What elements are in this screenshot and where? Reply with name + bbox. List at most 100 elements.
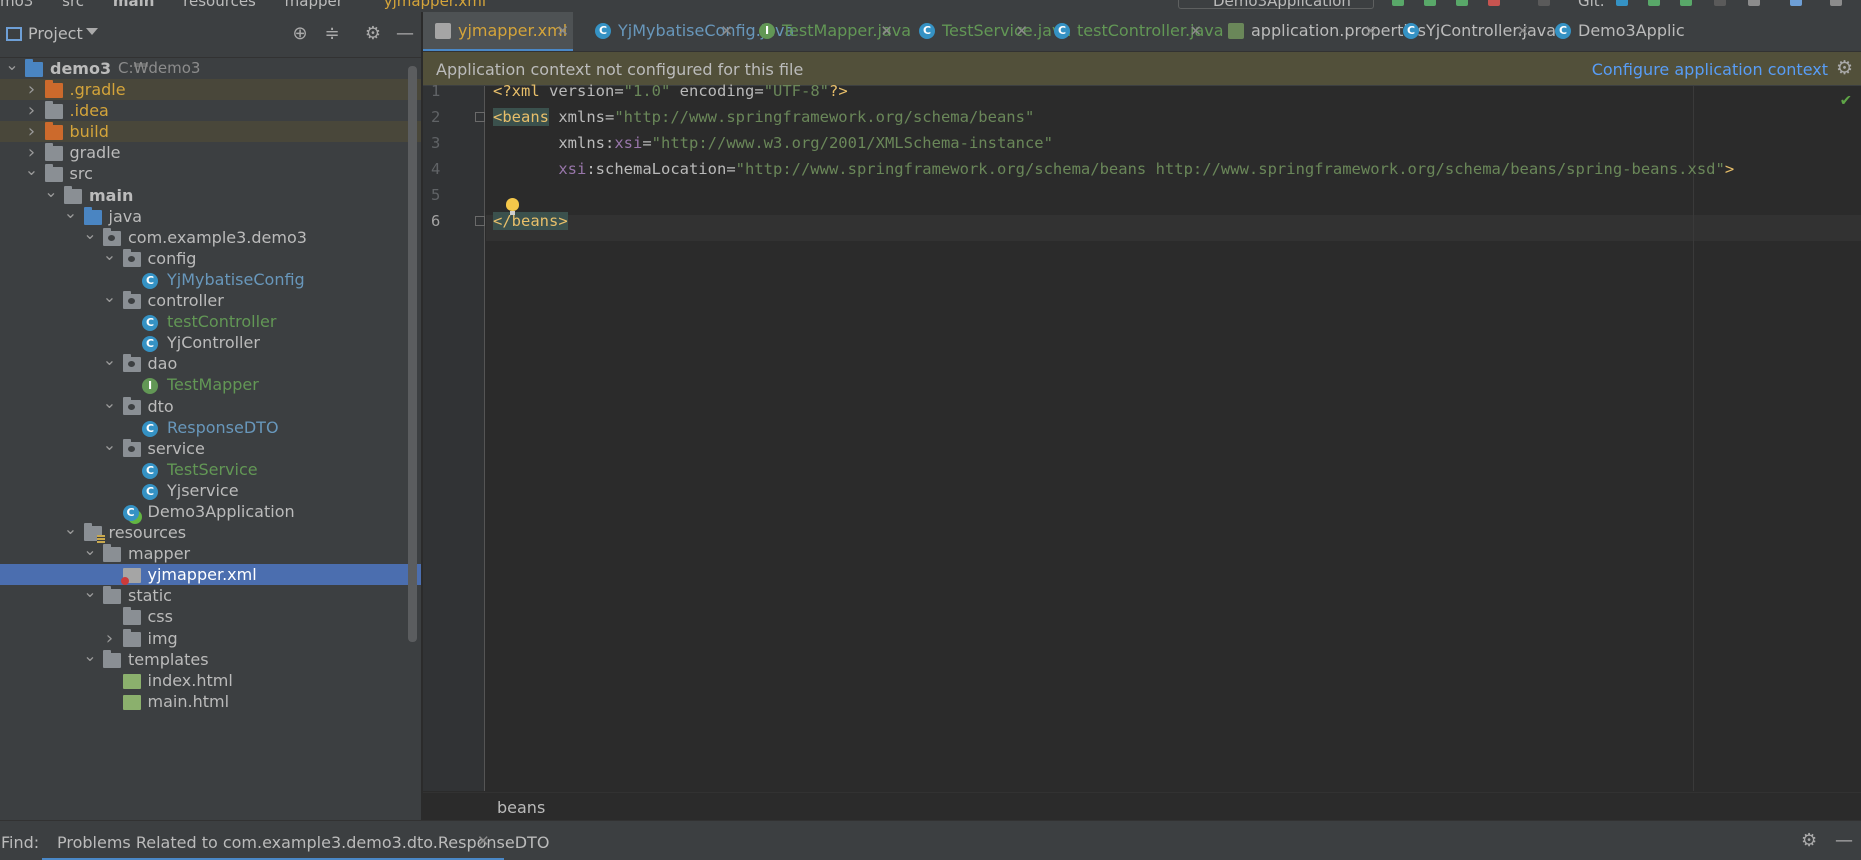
tree-node[interactable]: ⌄ service	[0, 435, 421, 459]
tree-node[interactable]: › .gradle	[0, 79, 421, 101]
chevron-down-icon[interactable]: ⌄	[103, 392, 117, 413]
tree-node[interactable]: C ResponseDTO	[0, 417, 421, 438]
line-number[interactable]: 6	[431, 208, 461, 234]
chevron-down-icon[interactable]: ⌄	[103, 349, 117, 370]
tree-node[interactable]: ⌄ dao	[0, 350, 421, 374]
editor-tab[interactable]: C TestService.java ✕	[907, 12, 1071, 51]
chevron-right-icon[interactable]: ›	[25, 100, 39, 121]
close-icon[interactable]: ✕	[720, 12, 733, 50]
close-icon[interactable]: ✕	[556, 12, 569, 50]
code-line[interactable]: <?xml version="1.0" encoding="UTF-8"?>	[493, 78, 848, 104]
search-everywhere-icon[interactable]	[1830, 0, 1842, 6]
fold-marker-icon[interactable]	[475, 112, 485, 122]
chevron-down-icon[interactable]: ⌄	[25, 159, 39, 180]
chevron-right-icon[interactable]: ›	[25, 79, 39, 100]
stop-icon[interactable]	[1538, 0, 1550, 6]
git-push-icon[interactable]	[1680, 0, 1692, 6]
tree-node[interactable]: ⌄ dto	[0, 393, 421, 417]
tree-node[interactable]: ⌄ com.example3.demo3	[0, 224, 421, 248]
code-editor[interactable]: 123456 <?xml version="1.0" encoding="UTF…	[423, 82, 1861, 791]
breadcrumb-item[interactable]: mo3	[0, 0, 33, 10]
code-line[interactable]: <beans xmlns="http://www.springframework…	[493, 104, 1034, 130]
editor-tab[interactable]: C YjMybatiseConfig.java ✕	[583, 12, 794, 51]
history-icon[interactable]	[1714, 0, 1726, 6]
tree-node[interactable]: I TestMapper	[0, 374, 421, 395]
tree-node[interactable]: ⌄ static	[0, 582, 421, 606]
chevron-right-icon[interactable]: ›	[103, 628, 117, 649]
chevron-down-icon[interactable]: ⌄	[103, 286, 117, 307]
tree-node[interactable]: yjmapper.xml	[0, 564, 421, 586]
chevron-down-icon[interactable]: ⌄	[83, 223, 97, 244]
tree-node[interactable]: › build	[0, 121, 421, 143]
tree-node[interactable]: ⌄ mapper	[0, 540, 421, 564]
chevron-down-icon[interactable]: ⌄	[44, 181, 58, 202]
close-icon[interactable]: ✕	[1015, 12, 1028, 50]
chevron-right-icon[interactable]: ›	[25, 121, 39, 142]
editor-tab[interactable]: I TestMapper.java ✕	[747, 12, 911, 51]
tree-node[interactable]: › .idea	[0, 100, 421, 121]
chevron-down-icon[interactable]: ⌄	[83, 581, 97, 602]
tree-node[interactable]: C YjMybatiseConfig	[0, 269, 421, 290]
chevron-down-icon[interactable]: ⌄	[5, 54, 19, 75]
breadcrumb-item[interactable]: beans	[497, 798, 545, 817]
close-icon[interactable]: ✕	[1516, 12, 1529, 50]
tree-node[interactable]: CtestController	[0, 311, 421, 332]
project-structure-icon[interactable]	[1790, 0, 1802, 6]
hide-icon[interactable]: —	[394, 23, 416, 45]
chevron-down-icon[interactable]: ⌄	[64, 518, 78, 539]
run-configuration-select[interactable]: Demo3Application	[1178, 0, 1374, 10]
gear-icon[interactable]: ⚙	[362, 23, 384, 45]
editor-tab[interactable]: CtestController.java ✕	[1042, 12, 1224, 51]
editor-gutter[interactable]: 123456	[423, 82, 485, 791]
tree-node[interactable]: css	[0, 606, 421, 627]
tree-node[interactable]: › gradle	[0, 142, 421, 163]
breadcrumb-item[interactable]: resources	[183, 0, 256, 10]
editor-tab[interactable]: application.properties ✕	[1216, 12, 1426, 51]
tree-node[interactable]: ⌄ controller	[0, 287, 421, 311]
close-icon[interactable]: ✕	[477, 832, 490, 850]
chevron-down-icon[interactable]: ⌄	[83, 539, 97, 560]
tree-node[interactable]: main.html	[0, 691, 421, 712]
chevron-down-icon[interactable]: ⌄	[83, 645, 97, 666]
code-line[interactable]: xmlns:xsi="http://www.w3.org/2001/XMLSch…	[493, 130, 1053, 156]
project-scrollbar[interactable]	[408, 66, 417, 642]
rollback-icon[interactable]	[1748, 0, 1760, 6]
tree-node[interactable]: ⌄ resources	[0, 519, 421, 544]
chevron-down-icon[interactable]	[86, 28, 98, 35]
locate-icon[interactable]: ⊕	[289, 23, 311, 45]
debug-icon[interactable]	[1424, 0, 1436, 6]
coverage-icon[interactable]	[1456, 0, 1468, 6]
tree-node[interactable]: ⌄ src	[0, 160, 421, 184]
line-number[interactable]: 3	[431, 130, 461, 156]
breadcrumb-item[interactable]: mapper	[285, 0, 343, 10]
breadcrumb-item[interactable]: src	[62, 0, 84, 10]
line-number[interactable]: 2	[431, 104, 461, 130]
close-icon[interactable]: ✕	[1364, 12, 1377, 50]
tree-node[interactable]: C TestService	[0, 459, 421, 480]
breadcrumb-item[interactable]: yjmapper.xml	[384, 0, 486, 10]
hide-icon[interactable]: —	[1835, 830, 1853, 851]
code-line[interactable]: xsi:schemaLocation="http://www.springfra…	[493, 156, 1734, 182]
tree-node[interactable]: ⌄ templates	[0, 646, 421, 670]
gear-icon[interactable]: ⚙	[1801, 830, 1817, 851]
configure-context-link[interactable]: Configure application context	[1592, 60, 1828, 79]
find-results-tab[interactable]: Problems Related to com.example3.demo3.d…	[42, 821, 549, 860]
code-line[interactable]: </beans>	[493, 208, 568, 234]
tree-node[interactable]: C YjController	[0, 332, 421, 353]
chevron-down-icon[interactable]: ⌄	[103, 244, 117, 265]
lightbulb-icon[interactable]	[506, 198, 519, 215]
close-icon[interactable]: ✕	[1189, 12, 1202, 50]
collapse-all-icon[interactable]: ≑	[321, 23, 343, 45]
tree-node[interactable]: ⌄ demo3 C:₩demo3	[0, 55, 421, 79]
line-number[interactable]: 1	[431, 78, 461, 104]
tree-node[interactable]: index.html	[0, 670, 421, 691]
editor-tab[interactable]: yjmapper.xml ✕	[423, 12, 573, 51]
line-number[interactable]: 5	[431, 182, 461, 208]
run-icon[interactable]	[1392, 0, 1404, 6]
editor-tab[interactable]: C Demo3Applic	[1543, 12, 1703, 51]
close-icon[interactable]: ✕	[880, 12, 893, 50]
chevron-down-icon[interactable]: ⌄	[103, 434, 117, 455]
profile-icon[interactable]	[1488, 0, 1500, 6]
fold-marker-icon[interactable]	[475, 216, 485, 226]
git-update-icon[interactable]	[1616, 0, 1628, 6]
